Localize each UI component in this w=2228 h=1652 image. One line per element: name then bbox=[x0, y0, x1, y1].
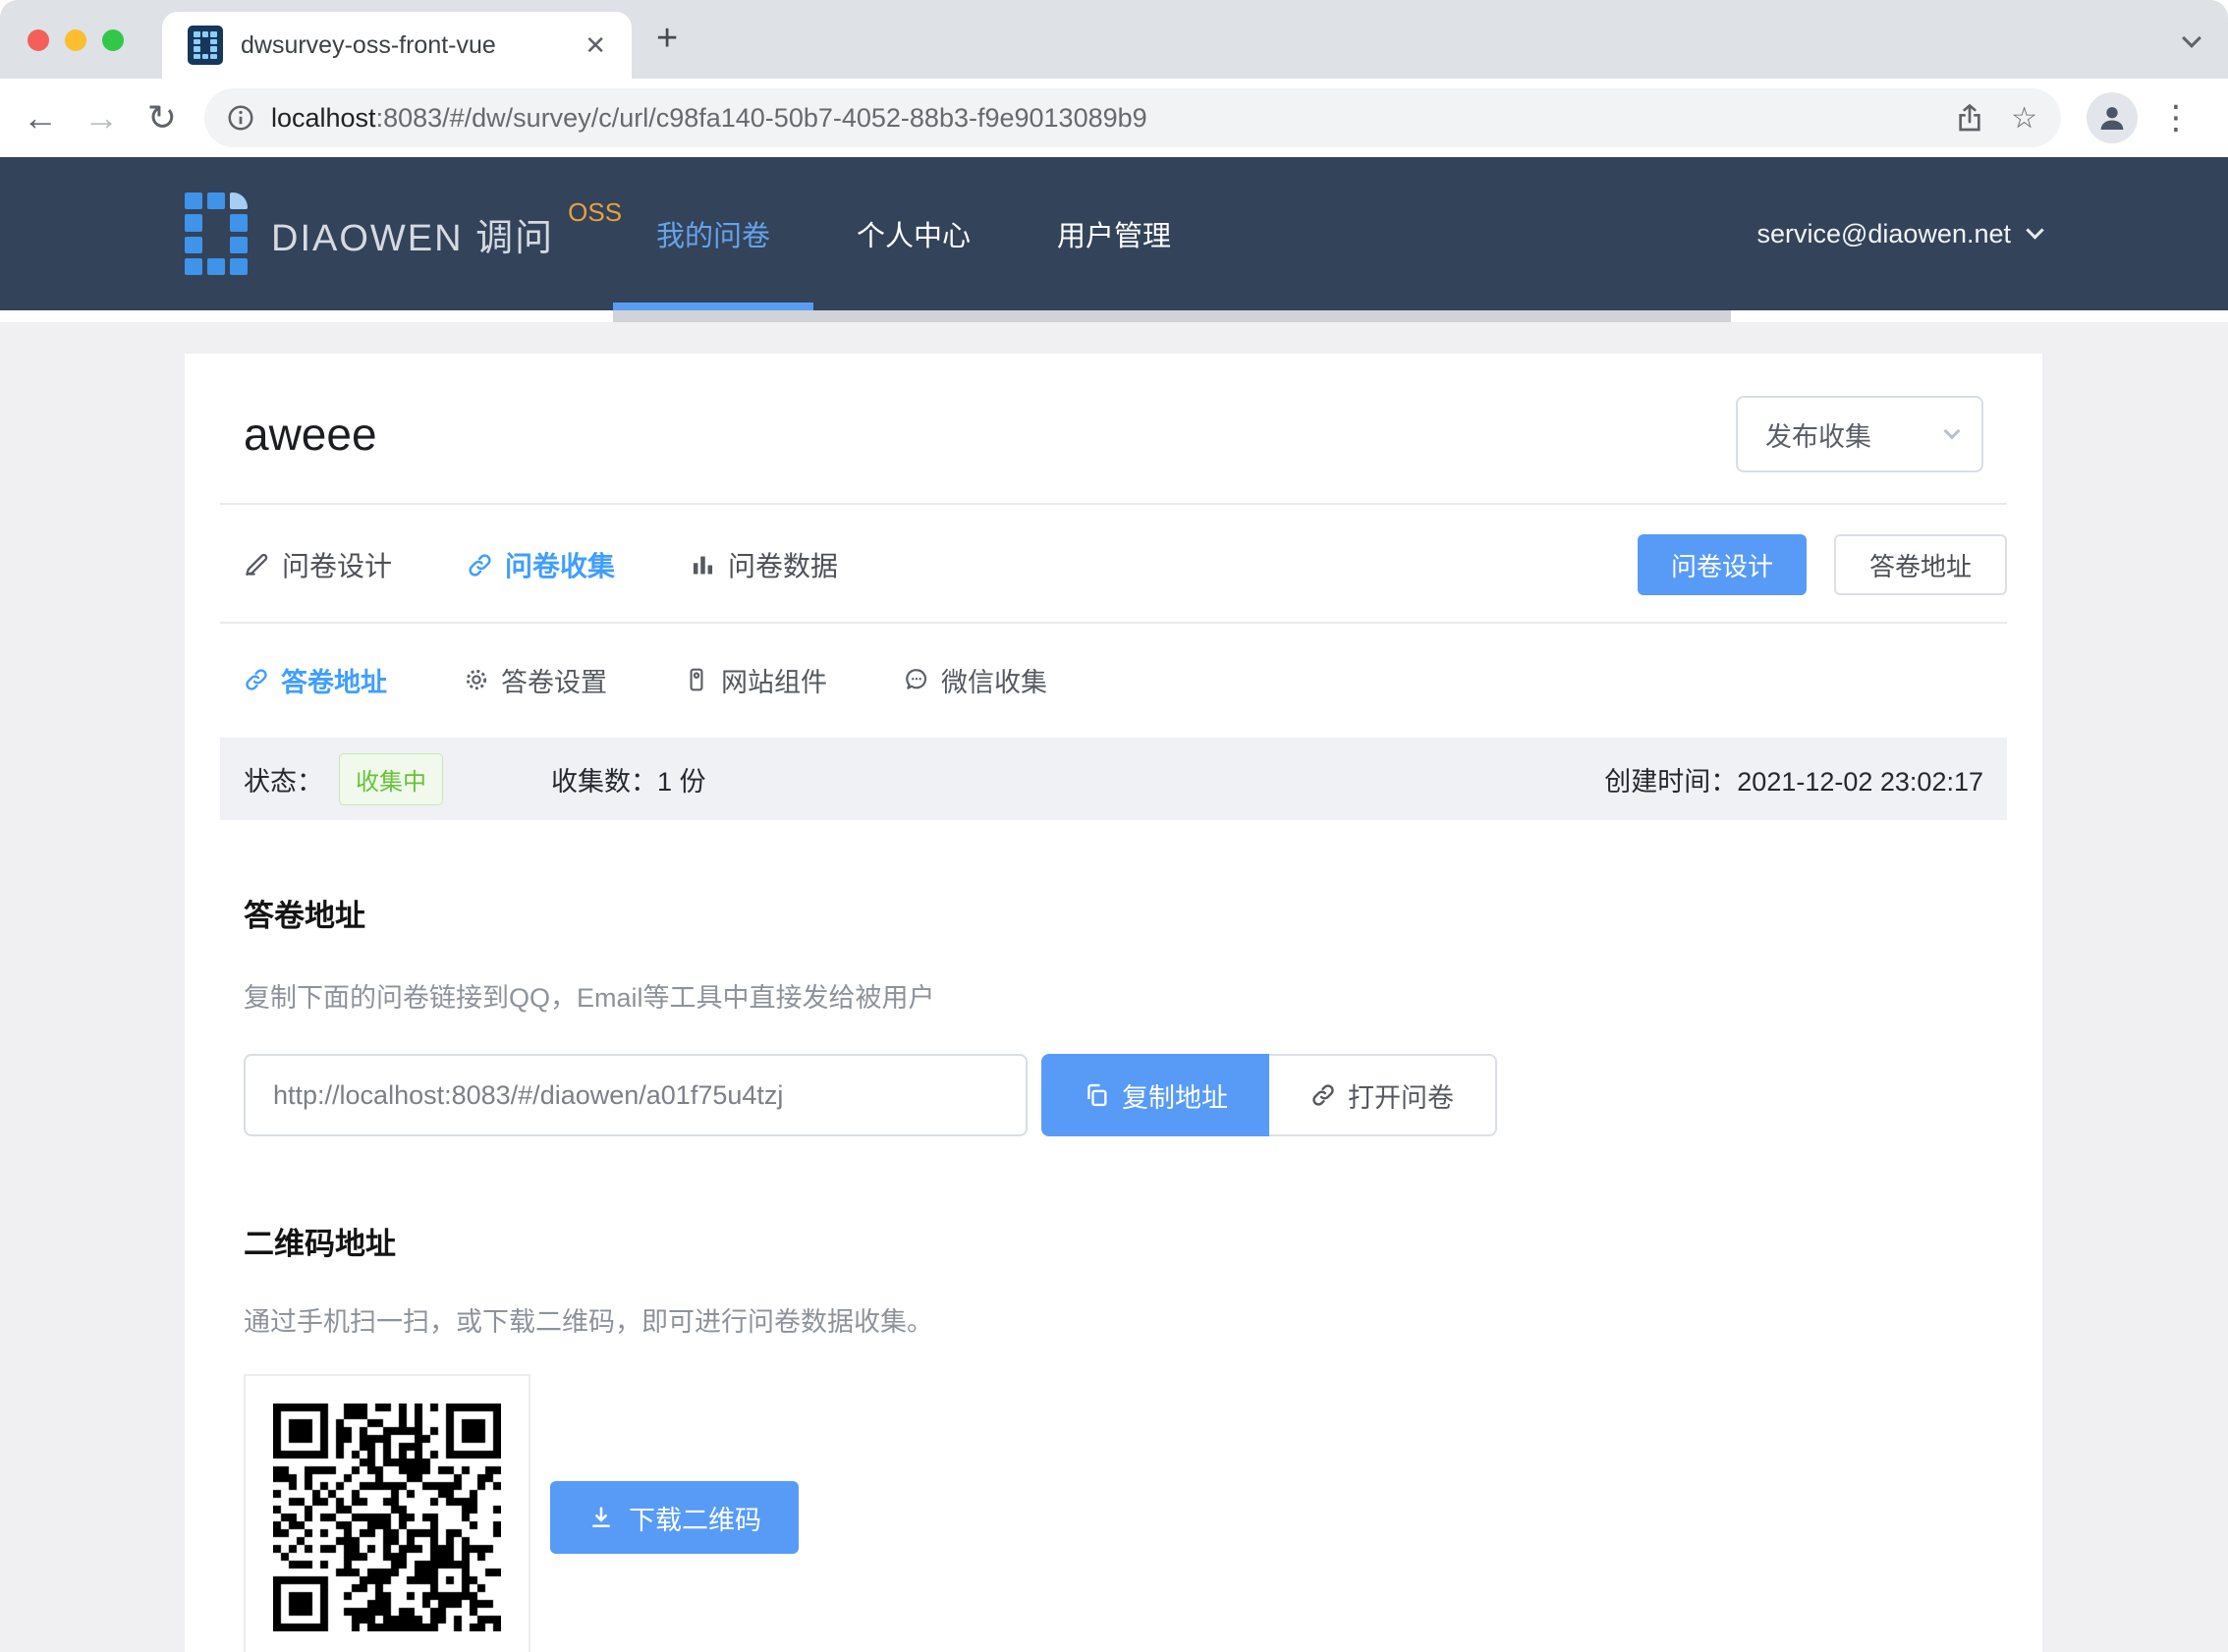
diaowen-logo[interactable]: DIAOWEN 调问 OSS bbox=[185, 193, 622, 275]
qr-code-box bbox=[244, 1374, 530, 1652]
divider bbox=[220, 622, 2007, 624]
tab-survey-design[interactable]: 问卷设计 bbox=[244, 545, 392, 584]
app-header: DIAOWEN 调问 OSS 我的问卷 个人中心 用户管理 service@di… bbox=[0, 157, 2228, 310]
qr-code bbox=[273, 1404, 501, 1631]
survey-card: aweee 发布收集 问卷设计 问卷收集 bbox=[185, 354, 2042, 1652]
open-survey-label: 打开问卷 bbox=[1348, 1076, 1454, 1115]
browser-window: dwsurvey-oss-front-vue ✕ + ← → ↻ localho… bbox=[0, 0, 2228, 1652]
tab-close-icon[interactable]: ✕ bbox=[585, 30, 606, 61]
publish-select-value: 发布收集 bbox=[1765, 415, 1871, 454]
survey-url-input[interactable] bbox=[244, 1054, 1028, 1136]
profile-avatar[interactable] bbox=[2087, 92, 2138, 143]
tab-survey-collect[interactable]: 问卷收集 bbox=[467, 545, 615, 584]
favicon-diaowen-icon bbox=[188, 26, 223, 65]
subtab-label: 答卷设置 bbox=[501, 661, 607, 699]
diaowen-logo-icon bbox=[185, 193, 248, 275]
download-icon bbox=[587, 1504, 615, 1531]
qrcode-row: 下载二维码 bbox=[244, 1374, 1983, 1652]
browser-toolbar: ← → ↻ localhost:8083/#/dw/survey/c/url/c… bbox=[0, 79, 2228, 157]
qrcode-heading: 二维码地址 bbox=[244, 1219, 1983, 1263]
account-dropdown[interactable]: service@diaowen.net bbox=[1756, 219, 2041, 249]
main-nav: 我的问卷 个人中心 用户管理 bbox=[613, 157, 1214, 310]
browser-menu-icon[interactable]: ⋮ bbox=[2159, 98, 2189, 138]
minimize-window-button[interactable] bbox=[65, 29, 86, 51]
chevron-down-icon bbox=[2026, 221, 2043, 239]
survey-design-button[interactable]: 问卷设计 bbox=[1638, 534, 1807, 595]
site-info-icon[interactable] bbox=[226, 103, 255, 133]
subtab-label: 微信收集 bbox=[941, 661, 1047, 699]
publish-select[interactable]: 发布收集 bbox=[1736, 396, 1983, 472]
created-time: 创建时间：2021-12-02 23:02:17 bbox=[1604, 760, 1983, 798]
forward-button[interactable]: → bbox=[71, 97, 132, 138]
tab-search-chevron-icon[interactable] bbox=[2182, 28, 2201, 48]
url-button-group: 复制地址 打开问卷 bbox=[1041, 1054, 1497, 1136]
pencil-icon bbox=[244, 552, 270, 578]
browser-tab[interactable]: dwsurvey-oss-front-vue ✕ bbox=[162, 12, 632, 79]
close-window-button[interactable] bbox=[28, 29, 49, 51]
chevron-down-icon bbox=[1944, 423, 1961, 440]
share-icon[interactable] bbox=[1954, 102, 1985, 134]
browser-tab-strip: dwsurvey-oss-front-vue ✕ + bbox=[0, 0, 2228, 79]
link-icon bbox=[467, 552, 493, 578]
download-qrcode-button[interactable]: 下载二维码 bbox=[550, 1481, 799, 1554]
open-survey-button[interactable]: 打开问卷 bbox=[1269, 1054, 1497, 1136]
subtab-site-widget[interactable]: 网站组件 bbox=[684, 661, 827, 699]
tab-title: dwsurvey-oss-front-vue bbox=[241, 31, 571, 60]
answer-address-description: 复制下面的问卷链接到QQ，Email等工具中直接发给被用户 bbox=[244, 976, 1983, 1015]
chat-icon bbox=[904, 667, 929, 692]
back-button[interactable]: ← bbox=[10, 97, 71, 138]
tab-label: 问卷设计 bbox=[282, 545, 392, 584]
nav-item-my-surveys[interactable]: 我的问卷 bbox=[613, 157, 813, 310]
subtab-label: 网站组件 bbox=[721, 661, 827, 699]
zoom-window-button[interactable] bbox=[102, 29, 124, 51]
logo-text: DIAOWEN 调问 bbox=[271, 207, 554, 261]
answer-url-row: 复制地址 打开问卷 bbox=[244, 1054, 1983, 1136]
title-row: aweee 发布收集 bbox=[244, 395, 1983, 473]
created-time-value: 2021-12-02 23:02:17 bbox=[1737, 767, 1983, 797]
tab-label: 问卷收集 bbox=[505, 545, 615, 584]
nav-item-user-management[interactable]: 用户管理 bbox=[1014, 157, 1214, 310]
link-icon bbox=[1310, 1082, 1336, 1108]
account-email: service@diaowen.net bbox=[1756, 219, 2011, 249]
subtab-wechat-collect[interactable]: 微信收集 bbox=[904, 661, 1047, 699]
bar-chart-icon bbox=[690, 552, 716, 578]
subtab-answer-address[interactable]: 答卷地址 bbox=[244, 661, 387, 699]
subtab-label: 答卷地址 bbox=[281, 661, 387, 699]
collect-subtabs: 答卷地址 答卷设置 网站组件 bbox=[220, 647, 2007, 712]
tag-icon bbox=[684, 667, 709, 692]
tab-survey-data[interactable]: 问卷数据 bbox=[690, 545, 838, 584]
url-path: :8083/#/dw/survey/c/url/c98fa140-50b7-40… bbox=[376, 103, 1147, 133]
download-qrcode-label: 下载二维码 bbox=[629, 1499, 761, 1537]
action-buttons: 问卷设计 答卷地址 bbox=[1638, 534, 2007, 595]
gear-icon bbox=[464, 667, 489, 692]
status-badge: 收集中 bbox=[339, 753, 443, 805]
page-background: aweee 发布收集 问卷设计 问卷收集 bbox=[0, 322, 2228, 1652]
collect-count-value: 1 份 bbox=[657, 760, 706, 798]
qrcode-description: 通过手机扫一扫，或下载二维码，即可进行问卷数据收集。 bbox=[244, 1300, 1983, 1339]
copy-address-label: 复制地址 bbox=[1122, 1076, 1228, 1115]
new-tab-button[interactable]: + bbox=[656, 18, 678, 60]
link-icon bbox=[244, 667, 269, 692]
answer-address-button[interactable]: 答卷地址 bbox=[1834, 534, 2007, 595]
traffic-lights bbox=[28, 29, 124, 51]
address-bar[interactable]: localhost:8083/#/dw/survey/c/url/c98fa14… bbox=[204, 88, 2061, 147]
header-substrip bbox=[613, 310, 1731, 322]
copy-icon bbox=[1083, 1081, 1110, 1109]
bookmark-star-icon[interactable]: ☆ bbox=[2011, 101, 2037, 136]
collect-count-label: 收集数： bbox=[551, 760, 657, 798]
status-label: 状态： bbox=[244, 760, 323, 798]
nav-item-personal-center[interactable]: 个人中心 bbox=[813, 157, 1014, 310]
survey-title: aweee bbox=[244, 408, 377, 461]
url-text: localhost:8083/#/dw/survey/c/url/c98fa14… bbox=[271, 103, 1928, 134]
created-time-label: 创建时间： bbox=[1604, 767, 1737, 797]
url-host: localhost bbox=[271, 103, 376, 133]
divider bbox=[220, 503, 2007, 505]
survey-tabs: 问卷设计 问卷收集 问卷数据 问卷设计 答卷地址 bbox=[220, 534, 2007, 595]
copy-address-button[interactable]: 复制地址 bbox=[1041, 1054, 1269, 1136]
tab-label: 问卷数据 bbox=[728, 545, 838, 584]
answer-address-heading: 答卷地址 bbox=[244, 891, 1983, 935]
subtab-answer-settings[interactable]: 答卷设置 bbox=[464, 661, 607, 699]
status-bar: 状态： 收集中 收集数： 1 份 创建时间：2021-12-02 23:02:1… bbox=[220, 738, 2007, 820]
reload-button[interactable]: ↻ bbox=[132, 97, 193, 138]
